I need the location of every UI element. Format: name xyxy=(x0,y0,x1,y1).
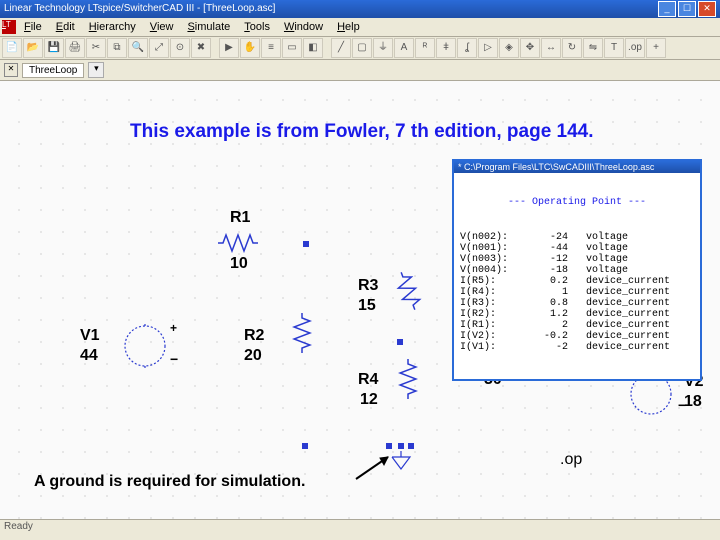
tool-bar: 📄 📂 💾 🖨 ✂ ⧉ 🔍 ⤢ ⊙ ✖ ▶ ✋ ≡ ▭ ◧ ╱ ▢ ⏚ A ᴿ … xyxy=(0,37,720,60)
schematic-tab[interactable]: ThreeLoop xyxy=(22,63,84,78)
new-icon[interactable]: 📄 xyxy=(2,38,22,58)
op-row: I(R4): 1 device_current xyxy=(460,287,694,298)
spice-icon[interactable]: .op xyxy=(625,38,645,58)
text-icon[interactable]: T xyxy=(604,38,624,58)
op-row: V(n002): -24 voltage xyxy=(460,232,694,243)
r4-label: R4 xyxy=(358,371,378,389)
minus-sign: − xyxy=(170,351,178,367)
op-directive[interactable]: .op xyxy=(560,451,582,469)
r3-value: 15 xyxy=(358,297,376,315)
op-row: I(R3): 0.8 device_current xyxy=(460,298,694,309)
r4-value: 12 xyxy=(360,391,378,409)
r1-label: R1 xyxy=(230,209,250,227)
resistor-r2[interactable] xyxy=(292,313,312,353)
op-row: V(n004): -18 voltage xyxy=(460,265,694,276)
component-icon[interactable]: ◈ xyxy=(499,38,519,58)
resistor-icon[interactable]: ᴿ xyxy=(415,38,435,58)
r1-value: 10 xyxy=(230,255,248,273)
ground-note: A ground is required for simulation. xyxy=(34,473,305,491)
menu-view[interactable]: View xyxy=(144,20,180,34)
ground-icon[interactable]: ⏚ xyxy=(373,38,393,58)
status-text: Ready xyxy=(4,521,33,532)
cut-icon[interactable]: ✂ xyxy=(86,38,106,58)
v1-value: 44 xyxy=(80,347,98,365)
v1-label: V1 xyxy=(80,327,100,345)
hand-icon[interactable]: ✋ xyxy=(240,38,260,58)
outline-icon[interactable]: ▭ xyxy=(282,38,302,58)
tab-chooser-icon[interactable]: ▾ xyxy=(88,62,104,78)
status-bar: Ready xyxy=(0,519,720,540)
r3-label: R3 xyxy=(358,277,378,295)
menu-tools[interactable]: Tools xyxy=(238,20,276,34)
label-icon[interactable]: A xyxy=(394,38,414,58)
search-icon[interactable]: 🔍 xyxy=(128,38,148,58)
op-row: I(V1): -2 device_current xyxy=(460,342,694,353)
copy-icon[interactable]: ⧉ xyxy=(107,38,127,58)
close-button[interactable]: ✕ xyxy=(698,1,716,17)
resistor-r1[interactable] xyxy=(218,233,258,253)
title-bar: Linear Technology LTspice/SwitcherCAD II… xyxy=(0,0,720,18)
move-icon[interactable]: ✥ xyxy=(520,38,540,58)
wire-icon[interactable]: + xyxy=(646,38,666,58)
v2-value: 18 xyxy=(684,393,702,411)
window-controls: _ ☐ ✕ xyxy=(658,1,716,17)
doc-close-icon[interactable]: ✕ xyxy=(4,63,18,77)
maximize-button[interactable]: ☐ xyxy=(678,1,696,17)
resistor-r4[interactable] xyxy=(398,359,418,399)
menu-bar: LT File Edit Hierarchy View Simulate Too… xyxy=(0,18,720,37)
voltage-source-v1[interactable] xyxy=(122,323,168,369)
op-row: I(R2): 1.2 device_current xyxy=(460,309,694,320)
diode-icon[interactable]: ▷ xyxy=(478,38,498,58)
delete-icon[interactable]: ✖ xyxy=(191,38,211,58)
menu-simulate[interactable]: Simulate xyxy=(181,20,236,34)
zoom-icon[interactable]: ⤢ xyxy=(149,38,169,58)
save-icon[interactable]: 💾 xyxy=(44,38,64,58)
open-icon[interactable]: 📂 xyxy=(23,38,43,58)
op-result-window[interactable]: * C:\Program Files\LTC\SwCADIII\ThreeLoo… xyxy=(452,159,702,381)
target-icon[interactable]: ⊙ xyxy=(170,38,190,58)
node-dot xyxy=(398,443,404,449)
op-row: I(V2): -0.2 device_current xyxy=(460,331,694,342)
menu-help[interactable]: Help xyxy=(331,20,366,34)
schematic-canvas[interactable]: This example is from Fowler, 7 th editio… xyxy=(0,81,720,519)
headline-text: This example is from Fowler, 7 th editio… xyxy=(130,121,594,143)
op-rows: V(n002): -24 voltageV(n001): -44 voltage… xyxy=(460,232,694,353)
op-row: V(n001): -44 voltage xyxy=(460,243,694,254)
menu-file[interactable]: File xyxy=(18,20,48,34)
op-row: V(n003): -12 voltage xyxy=(460,254,694,265)
r2-label: R2 xyxy=(244,327,264,345)
node-dot xyxy=(408,443,414,449)
r2-value: 20 xyxy=(244,347,262,365)
op-window-body: --- Operating Point --- V(n002): -24 vol… xyxy=(454,173,700,379)
run-icon[interactable]: ▶ xyxy=(219,38,239,58)
op-window-title: * C:\Program Files\LTC\SwCADIII\ThreeLoo… xyxy=(454,161,700,173)
sub-bar: ✕ ThreeLoop ▾ xyxy=(0,60,720,81)
menu-hierarchy[interactable]: Hierarchy xyxy=(83,20,142,34)
op-row: I(R1): 2 device_current xyxy=(460,320,694,331)
ind-icon[interactable]: ʆ xyxy=(457,38,477,58)
capture-icon[interactable]: ◧ xyxy=(303,38,323,58)
node-dot xyxy=(397,339,403,345)
node-dot xyxy=(302,443,308,449)
drag-icon[interactable]: ↔ xyxy=(541,38,561,58)
mirror-icon[interactable]: ⇋ xyxy=(583,38,603,58)
print-icon[interactable]: 🖨 xyxy=(65,38,85,58)
menu-window[interactable]: Window xyxy=(278,20,329,34)
line-icon[interactable]: ╱ xyxy=(331,38,351,58)
plus-sign: + xyxy=(170,321,177,335)
window-title: Linear Technology LTspice/SwitcherCAD II… xyxy=(4,0,275,18)
op-header: --- Operating Point --- xyxy=(460,197,694,208)
node-dot xyxy=(303,241,309,247)
node-dot xyxy=(386,443,392,449)
app-icon: LT xyxy=(2,20,16,34)
op-row: I(R5): 0.2 device_current xyxy=(460,276,694,287)
menu-edit[interactable]: Edit xyxy=(50,20,81,34)
arrow-icon xyxy=(354,451,394,481)
rotate-icon[interactable]: ↻ xyxy=(562,38,582,58)
rect-icon[interactable]: ▢ xyxy=(352,38,372,58)
minimize-button[interactable]: _ xyxy=(658,1,676,17)
cap-icon[interactable]: ǂ xyxy=(436,38,456,58)
options-icon[interactable]: ≡ xyxy=(261,38,281,58)
